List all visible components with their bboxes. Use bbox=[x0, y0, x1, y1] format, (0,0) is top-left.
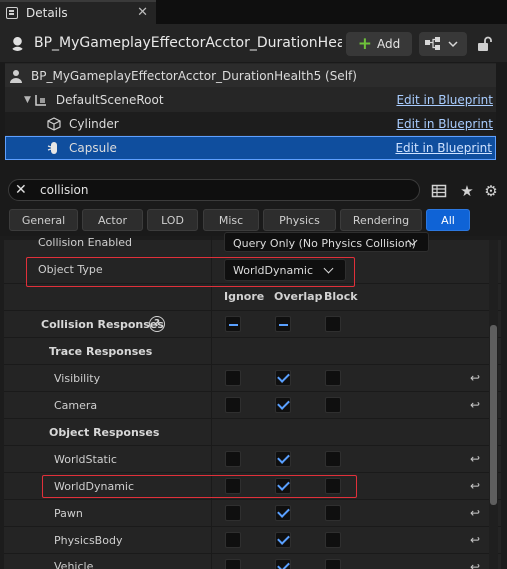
reset-to-default-icon[interactable]: ↩ bbox=[470, 534, 483, 546]
filter-actor[interactable]: Actor bbox=[82, 209, 143, 231]
visibility-block-checkbox[interactable] bbox=[325, 370, 341, 386]
reset-to-default-icon[interactable]: ↩ bbox=[470, 480, 483, 492]
scrollbar-thumb[interactable] bbox=[490, 325, 497, 505]
actor-icon bbox=[10, 69, 22, 83]
response-label: Pawn bbox=[54, 507, 83, 520]
tree-item-label: BP_MyGameplayEffectorAcctor_DurationHeal… bbox=[31, 68, 357, 83]
vehicle-ignore-checkbox[interactable] bbox=[225, 559, 241, 569]
favorites-star-icon[interactable]: ★ bbox=[459, 183, 475, 199]
reset-to-default-icon[interactable]: ↩ bbox=[470, 507, 483, 519]
tree-item-defaultsceneroot[interactable]: ▼ DefaultSceneRoot Edit in Blueprint bbox=[5, 88, 496, 111]
tree-item-label: Capsule bbox=[69, 141, 117, 155]
table-view-icon[interactable] bbox=[431, 183, 447, 199]
column-overlap: Overlap bbox=[274, 290, 323, 303]
edit-in-blueprint-link[interactable]: Edit in Blueprint bbox=[395, 141, 492, 155]
tree-item-self[interactable]: BP_MyGameplayEffectorAcctor_DurationHeal… bbox=[5, 64, 496, 87]
add-component-button[interactable]: + Add bbox=[346, 32, 412, 56]
pawn-overlap-checkbox[interactable] bbox=[275, 505, 291, 521]
collision-enabled-value: Query Only (No Physics Collision) bbox=[233, 237, 416, 250]
physicsbody-ignore-checkbox[interactable] bbox=[225, 532, 241, 548]
overlap-all-checkbox[interactable] bbox=[275, 316, 291, 332]
pawn-ignore-checkbox[interactable] bbox=[225, 505, 241, 521]
blueprint-options-button[interactable] bbox=[419, 32, 467, 56]
filter-physics[interactable]: Physics bbox=[263, 209, 336, 231]
search-field[interactable]: ✕ collision bbox=[8, 179, 420, 201]
mesh-icon bbox=[47, 116, 61, 131]
vehicle-overlap-checkbox[interactable] bbox=[275, 559, 291, 569]
response-label: PhysicsBody bbox=[54, 534, 123, 547]
collision-responses-label: Collision Responses bbox=[41, 318, 164, 331]
camera-ignore-checkbox[interactable] bbox=[225, 397, 241, 413]
column-block: Block bbox=[324, 290, 358, 303]
capsule-icon bbox=[47, 142, 57, 154]
scene-root-icon bbox=[35, 94, 46, 106]
edit-in-blueprint-link[interactable]: Edit in Blueprint bbox=[396, 93, 493, 107]
visibility-ignore-checkbox[interactable] bbox=[225, 370, 241, 386]
worldstatic-ignore-checkbox[interactable] bbox=[225, 451, 241, 467]
block-all-checkbox[interactable] bbox=[325, 316, 341, 332]
add-label: Add bbox=[377, 37, 401, 51]
actor-icon bbox=[10, 36, 25, 51]
reset-to-default-icon[interactable]: ↩ bbox=[470, 372, 483, 384]
tree-item-capsule[interactable]: Capsule Edit in Blueprint bbox=[5, 136, 496, 160]
reset-to-default-icon[interactable]: ↩ bbox=[470, 561, 483, 569]
visibility-overlap-checkbox[interactable] bbox=[275, 370, 291, 386]
expand-arrow-icon[interactable]: ▼ bbox=[24, 95, 31, 105]
reset-to-default-icon[interactable]: ↩ bbox=[470, 453, 483, 465]
blueprint-icon bbox=[425, 37, 458, 50]
filter-lod[interactable]: LOD bbox=[147, 209, 198, 231]
column-ignore: Ignore bbox=[224, 290, 265, 303]
camera-block-checkbox[interactable] bbox=[325, 397, 341, 413]
filter-rendering[interactable]: Rendering bbox=[340, 209, 422, 231]
physicsbody-overlap-checkbox[interactable] bbox=[275, 532, 291, 548]
tab-title: Details bbox=[26, 6, 68, 20]
tab-details[interactable]: Details ✕ bbox=[0, 0, 156, 24]
filter-misc[interactable]: Misc bbox=[203, 209, 259, 231]
clear-search-icon[interactable]: ✕ bbox=[15, 182, 27, 198]
actor-name: BP_MyGameplayEffectorAcctor_DurationHea bbox=[34, 35, 342, 51]
collision-enabled-dropdown[interactable]: Query Only (No Physics Collision) bbox=[224, 232, 429, 252]
settings-gear-icon[interactable]: ⚙ bbox=[483, 183, 499, 199]
object-type-highlight bbox=[26, 257, 355, 287]
edit-in-blueprint-link[interactable]: Edit in Blueprint bbox=[396, 117, 493, 131]
ignore-all-checkbox[interactable] bbox=[225, 316, 241, 332]
tree-item-label: DefaultSceneRoot bbox=[55, 92, 164, 107]
worldstatic-block-checkbox[interactable] bbox=[325, 451, 341, 467]
response-label: Visibility bbox=[54, 372, 101, 385]
filter-general[interactable]: General bbox=[9, 209, 78, 231]
vehicle-block-checkbox[interactable] bbox=[325, 559, 341, 569]
worlddynamic-row-highlight bbox=[42, 475, 357, 498]
details-icon bbox=[6, 7, 18, 19]
worldstatic-overlap-checkbox[interactable] bbox=[275, 451, 291, 467]
plus-icon: + bbox=[357, 33, 372, 54]
details-header: BP_MyGameplayEffectorAcctor_DurationHea … bbox=[0, 24, 507, 62]
trace-responses-label: Trace Responses bbox=[49, 345, 153, 358]
lock-icon[interactable] bbox=[476, 36, 492, 52]
physicsbody-block-checkbox[interactable] bbox=[325, 532, 341, 548]
filter-all[interactable]: All bbox=[426, 209, 470, 231]
tree-item-cylinder[interactable]: Cylinder Edit in Blueprint bbox=[5, 112, 496, 135]
object-responses-label: Object Responses bbox=[49, 426, 160, 439]
search-input[interactable]: collision bbox=[40, 183, 88, 197]
close-icon[interactable]: ✕ bbox=[137, 5, 148, 20]
reset-to-default-icon[interactable]: ↩ bbox=[470, 399, 483, 411]
camera-overlap-checkbox[interactable] bbox=[275, 397, 291, 413]
tree-item-label: Cylinder bbox=[69, 116, 119, 131]
collision-enabled-label: Collision Enabled bbox=[38, 236, 133, 249]
response-label: Camera bbox=[54, 399, 98, 412]
help-icon[interactable]: ? bbox=[149, 316, 165, 332]
response-label: WorldStatic bbox=[54, 453, 117, 466]
component-tree: BP_MyGameplayEffectorAcctor_DurationHeal… bbox=[5, 63, 496, 160]
response-label: Vehicle bbox=[54, 560, 94, 569]
tab-bar: Details ✕ bbox=[0, 0, 507, 24]
pawn-block-checkbox[interactable] bbox=[325, 505, 341, 521]
